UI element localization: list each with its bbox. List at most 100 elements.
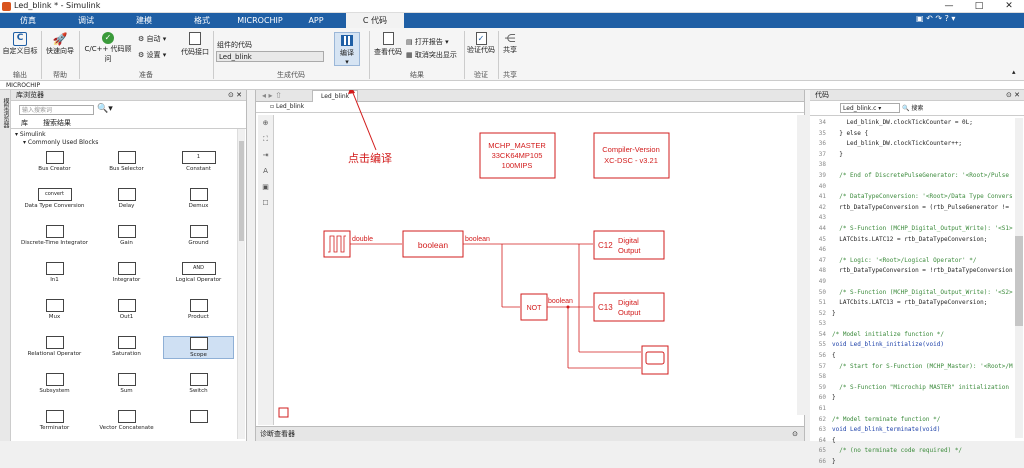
library-search-input[interactable]: 输入搜索词 bbox=[19, 105, 94, 115]
tree-commonly-used[interactable]: ▾ Commonly Used Blocks bbox=[23, 139, 98, 146]
view-code-button[interactable]: 查看代码 bbox=[372, 32, 404, 57]
code-scrollbar[interactable] bbox=[1015, 118, 1023, 438]
custom-target-button[interactable]: C 自定义目标 bbox=[2, 32, 38, 56]
panel-controls-icon[interactable]: ⊙ ✕ bbox=[228, 90, 242, 101]
library-block[interactable]: Gain bbox=[91, 225, 162, 246]
library-block[interactable]: Discrete-Time Integrator bbox=[19, 225, 90, 246]
tab-format[interactable]: 格式 bbox=[182, 13, 222, 28]
library-block[interactable] bbox=[163, 410, 234, 425]
check-circle-icon: ✓ bbox=[102, 32, 114, 44]
code-line: 63 void Led_blink_terminate(void) bbox=[810, 425, 1024, 436]
library-block[interactable]: Delay bbox=[91, 188, 162, 209]
open-report-button[interactable]: ▤ 打开报告 ▾ bbox=[406, 37, 449, 47]
share-button[interactable]: ⋲ 共享 bbox=[500, 32, 520, 55]
library-block-label: Delay bbox=[118, 203, 135, 209]
library-block[interactable]: Relational Operator bbox=[19, 336, 90, 357]
library-block[interactable]: convert Data Type Conversion bbox=[19, 188, 90, 209]
code-text: } bbox=[832, 458, 836, 465]
out1-text-line1: Digital bbox=[618, 236, 639, 245]
tab-app[interactable]: APP bbox=[298, 13, 334, 28]
library-block[interactable]: Ground bbox=[163, 225, 234, 246]
model-browser-sidetab[interactable]: 模型浏览器 bbox=[0, 90, 11, 441]
library-block[interactable]: Bus Creator bbox=[19, 151, 90, 172]
code-line: 61 bbox=[810, 404, 1024, 415]
library-block[interactable]: Saturation bbox=[91, 336, 162, 357]
library-block[interactable]: Scope bbox=[163, 336, 234, 359]
library-block[interactable]: Subsystem bbox=[19, 373, 90, 394]
line-number: 53 bbox=[818, 320, 826, 328]
save-icon[interactable]: ▣ bbox=[916, 14, 924, 23]
code-interface-button[interactable]: 代码接口 bbox=[178, 32, 212, 57]
undo-icon[interactable]: ↶ bbox=[926, 14, 933, 23]
library-block[interactable]: AND Logical Operator bbox=[163, 262, 234, 283]
library-block[interactable]: Demux bbox=[163, 188, 234, 209]
diagnostic-viewer-bar[interactable]: 诊断查看器 ⊙ bbox=[256, 426, 804, 441]
settings-small-icon: ⚙ bbox=[138, 35, 145, 43]
tab-search-results[interactable]: 搜索结果 bbox=[43, 118, 71, 128]
line-number: 65 bbox=[818, 447, 826, 455]
help-icon[interactable]: ? bbox=[945, 14, 949, 23]
line-number: 59 bbox=[818, 383, 826, 391]
line-number: 47 bbox=[818, 256, 826, 264]
code-text: /* End of DiscretePulseGenerator: '<Root… bbox=[832, 171, 1010, 179]
library-block[interactable]: Product bbox=[163, 299, 234, 320]
code-line: 60} bbox=[810, 393, 1024, 404]
code-line: 53 bbox=[810, 319, 1024, 330]
file-select[interactable]: Led_blink.c ▾ bbox=[840, 103, 900, 113]
toolbar-quick-icons[interactable]: ▣ ↶ ↷ ? ▾ bbox=[916, 14, 955, 23]
compiler-line2: XC-DSC - v3.21 bbox=[604, 156, 658, 165]
library-block[interactable]: Switch bbox=[163, 373, 234, 394]
tab-modeling[interactable]: 建模 bbox=[124, 13, 164, 28]
minimize-button[interactable]: — bbox=[934, 0, 964, 13]
library-scrollbar[interactable] bbox=[237, 129, 245, 439]
library-block-label: Vector Concatenate bbox=[99, 425, 154, 431]
code-line: 66} bbox=[810, 457, 1024, 468]
code-search[interactable]: 🔍 搜索 bbox=[902, 103, 923, 112]
not-label: NOT bbox=[527, 305, 543, 312]
code-line: 44 /* S-Function (MCHP_Digital_Output_Wr… bbox=[810, 224, 1024, 235]
panel-controls-icon[interactable]: ⊙ bbox=[792, 427, 798, 441]
verify-code-button[interactable]: ✓ 验证代码 bbox=[466, 32, 496, 55]
line-number: 36 bbox=[818, 140, 826, 148]
tab-library[interactable]: 库 bbox=[21, 118, 28, 128]
cpp-code-advisor-button[interactable]: ✓ C/C++ 代码顾问 bbox=[81, 32, 135, 64]
library-block[interactable]: Out1 bbox=[91, 299, 162, 320]
library-block[interactable]: Sum bbox=[91, 373, 162, 394]
close-button[interactable]: ✕ bbox=[994, 0, 1024, 13]
tab-debug[interactable]: 调试 bbox=[66, 13, 106, 28]
maximize-button[interactable]: □ bbox=[964, 0, 994, 13]
signal-label-boolean1: boolean bbox=[465, 236, 490, 243]
component-code-field[interactable]: Led_blink bbox=[216, 51, 324, 62]
library-block-label: Sum bbox=[120, 388, 133, 394]
library-block[interactable]: Terminator bbox=[19, 410, 90, 431]
tab-c-code[interactable]: C 代码 bbox=[346, 13, 404, 28]
settings-dropdown[interactable]: ⚙ 设置 ▾ bbox=[138, 50, 166, 60]
code-line: 55 void Led_blink_initialize(void) bbox=[810, 340, 1024, 351]
library-block[interactable]: Bus Selector bbox=[91, 151, 162, 172]
model-info-icon[interactable] bbox=[278, 407, 289, 418]
tab-simulation[interactable]: 仿真 bbox=[8, 13, 48, 28]
block-icon bbox=[45, 410, 64, 423]
panel-controls-icon[interactable]: ⊙ ✕ bbox=[1006, 90, 1020, 101]
tree-root-simulink[interactable]: ▾ Simulink bbox=[15, 131, 46, 138]
library-block[interactable]: 1 Constant bbox=[163, 151, 234, 172]
library-block[interactable]: In1 bbox=[19, 262, 90, 283]
library-block[interactable]: Integrator bbox=[91, 262, 162, 283]
code-line: 49 bbox=[810, 277, 1024, 288]
library-block[interactable]: Vector Concatenate bbox=[91, 410, 162, 431]
line-number: 55 bbox=[818, 341, 826, 349]
search-binoculars-icon[interactable]: 🔍▾ bbox=[97, 104, 113, 114]
block-icon bbox=[117, 151, 136, 164]
auto-dropdown[interactable]: ⚙ 自动 ▾ bbox=[138, 34, 166, 44]
expand-icon[interactable]: ▾ bbox=[951, 14, 955, 23]
cancel-highlight-button[interactable]: ▦ 取消突出显示 bbox=[406, 50, 457, 60]
library-block[interactable]: Mux bbox=[19, 299, 90, 320]
tab-microchip[interactable]: MICROCHIP bbox=[232, 13, 288, 28]
out2-label: C13 bbox=[598, 303, 613, 312]
quick-start-button[interactable]: 🚀 快速向导 bbox=[43, 32, 77, 56]
collapse-ribbon-icon[interactable]: ▴ bbox=[1012, 68, 1016, 76]
build-button[interactable]: 编译 ▾ bbox=[334, 32, 360, 66]
redo-icon[interactable]: ↷ bbox=[935, 14, 942, 23]
code-line: 50 /* S-Function (MCHP_Digital_Output_Wr… bbox=[810, 288, 1024, 299]
code-text: /* Model terminate function */ bbox=[832, 415, 941, 423]
